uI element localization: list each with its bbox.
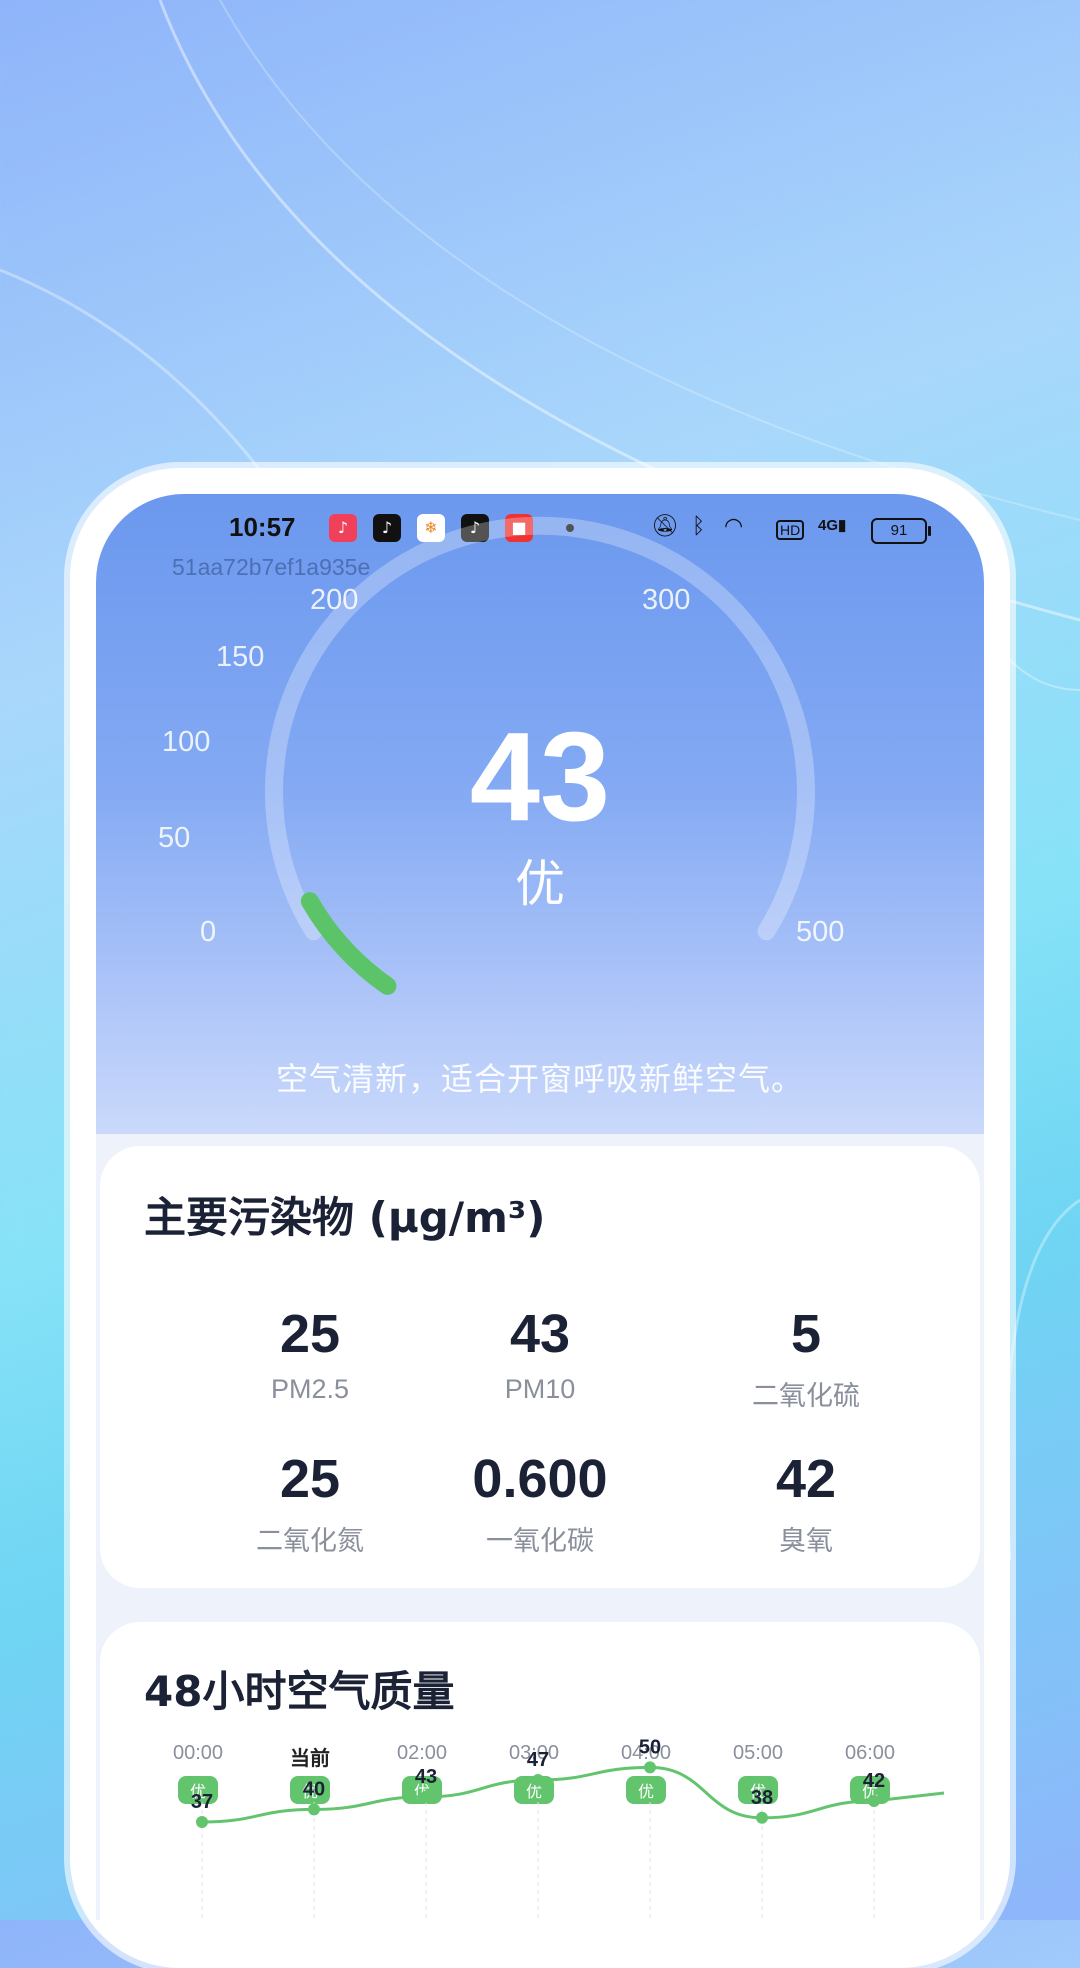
pollutant-value: 5	[790, 1304, 822, 1364]
pollutant-item: 5 二氧化硫	[676, 1304, 936, 1413]
pollutant-item: 25 二氧化氮	[180, 1449, 440, 1558]
aqi-point	[532, 1774, 544, 1786]
gauge-fill	[300, 892, 397, 995]
aqi-point-label: 43	[415, 1766, 437, 1788]
pollutant-value: 43	[509, 1304, 571, 1364]
pollutant-name: PM10	[504, 1374, 576, 1404]
pollutant-item: 42 臭氧	[676, 1449, 936, 1558]
air-advice-text: 空气清新，适合开窗呼吸新鲜空气。	[275, 1060, 804, 1098]
aqi-level: 优	[515, 855, 565, 913]
pollutant-value: 42	[775, 1449, 837, 1509]
pollutant-item: 43 PM10	[410, 1304, 670, 1405]
pollutant-name: 臭氧	[779, 1526, 833, 1556]
gauge-tick-0: 0	[200, 916, 217, 948]
app-screen: 10:57 ♪ ♪ ❄ ♪ ■ 🔕︎ ᛒ ◠ HD 4G▮ 91 51aa72b…	[96, 494, 984, 1920]
aqi-point	[308, 1803, 320, 1816]
aqi-point-label: 38	[751, 1787, 773, 1809]
pollutant-name: 一氧化碳	[486, 1526, 594, 1556]
gauge-tick-50: 50	[158, 822, 191, 854]
pollutant-value: 25	[279, 1449, 341, 1509]
gauge-tick-200: 200	[310, 584, 359, 616]
aqi-point-label: 37	[191, 1791, 213, 1813]
aqi-value: 43	[469, 706, 611, 847]
pollutant-item: 0.600 一氧化碳	[410, 1449, 670, 1558]
pollutant-value: 25	[279, 1304, 341, 1364]
pollutants-title: 主要污染物 (µg/m³)	[144, 1193, 546, 1242]
aqi-point-label: 47	[527, 1749, 549, 1771]
pollutant-name: PM2.5	[270, 1374, 350, 1404]
aqi-point	[420, 1790, 432, 1803]
hourly-aqi-trend-chart: 37 40 43 47 50 38 42	[191, 1736, 945, 1920]
gauge-tick-150: 150	[216, 641, 265, 673]
aqi-point	[868, 1795, 880, 1807]
gauge-tick-300: 300	[642, 584, 691, 616]
gauge-tick-100: 100	[162, 726, 211, 758]
aqi-point	[196, 1816, 208, 1828]
pollutant-item: 25 PM2.5	[180, 1304, 440, 1405]
aqi-point-label: 40	[303, 1778, 325, 1800]
gauge-tick-500: 500	[796, 916, 845, 948]
aqi-point	[756, 1811, 768, 1824]
aqi-point-label: 42	[863, 1770, 885, 1792]
pollutant-name: 二氧化硫	[752, 1381, 860, 1411]
hourly-aqi-card: 48小时空气质量 00:00 优当前优 02:00 优 03:00 优 04:00 优 05:0…	[100, 1622, 980, 1920]
aqi-point-label: 50	[639, 1736, 661, 1758]
pollutants-card: 主要污染物 (µg/m³) 25 PM2.5 43 PM10 5 二氧化硫 25…	[100, 1146, 980, 1588]
aqi-hero-panel: 10:57 ♪ ♪ ❄ ♪ ■ 🔕︎ ᛒ ◠ HD 4G▮ 91 51aa72b…	[96, 494, 984, 1134]
pollutant-name: 二氧化氮	[256, 1526, 364, 1556]
aqi-point	[644, 1761, 656, 1774]
pollutant-value: 0.600	[472, 1449, 608, 1509]
